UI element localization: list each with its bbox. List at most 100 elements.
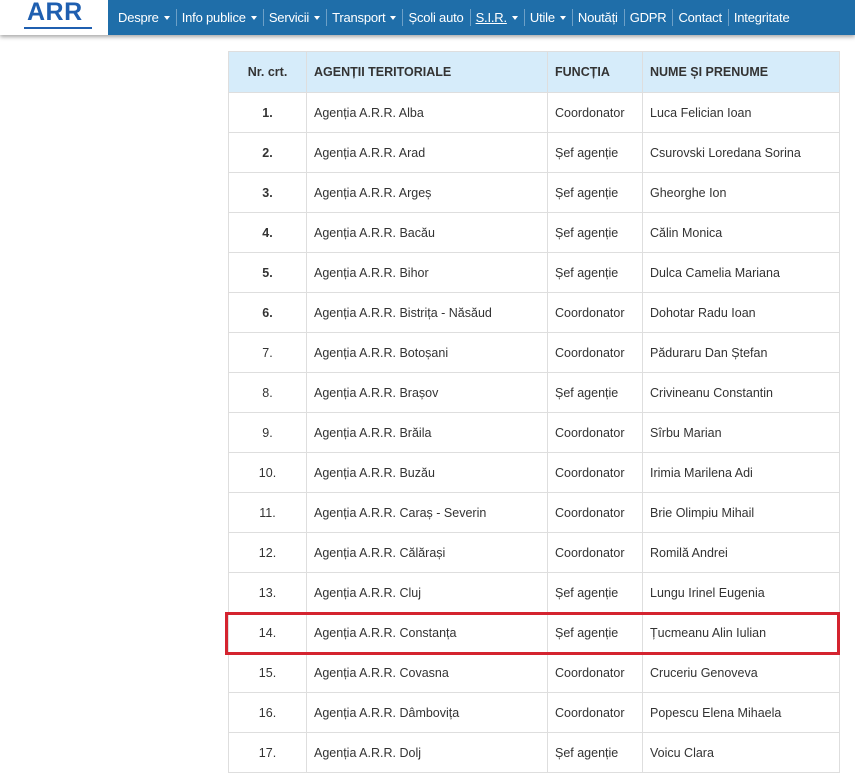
cell-role: Coordonator <box>547 452 643 493</box>
cell-agency: Agenția A.R.R. Bihor <box>306 252 548 293</box>
caret-down-icon <box>250 15 257 20</box>
cell-agency: Agenția A.R.R. Arad <box>306 132 548 173</box>
nav-item-info-publice[interactable]: Info publice <box>175 0 263 35</box>
cell-role: Șef agenție <box>547 212 643 253</box>
cell-agency: Agenția A.R.R. Covasna <box>306 652 548 693</box>
cell-nr: 12. <box>228 532 307 573</box>
cell-agency: Agenția A.R.R. Brăila <box>306 412 548 453</box>
table-row: 1. Agenția A.R.R. Alba Coordonator Luca Fel… <box>228 92 840 133</box>
caret-down-icon <box>559 15 566 20</box>
cell-nr: 16. <box>228 692 307 733</box>
nav-item-noutăți[interactable]: Noutăți <box>571 0 624 35</box>
table-row-highlighted: 14. Agenția A.R.R. Constanța Șef agenție Țu… <box>228 612 840 653</box>
cell-role: Șef agenție <box>547 372 643 413</box>
cell-agency: Agenția A.R.R. Brașov <box>306 372 548 413</box>
agencies-table-container: Nr. crt. AGENȚII TERITORIALE FUNCȚIA NUM… <box>228 51 840 773</box>
table-row: 8. Agenția A.R.R. Brașov Șef agenție Crivin… <box>228 372 840 413</box>
logo[interactable]: ARR <box>0 0 108 35</box>
table-header-row: Nr. crt. AGENȚII TERITORIALE FUNCȚIA NUM… <box>228 51 840 93</box>
cell-nr: 8. <box>228 372 307 413</box>
nav-item-gdpr[interactable]: GDPR <box>623 0 673 35</box>
caret-down-icon <box>511 15 518 20</box>
caret-down-icon <box>163 15 170 20</box>
table-row: 3. Agenția A.R.R. Argeș Șef agenție Gheorgh… <box>228 172 840 213</box>
cell-role: Coordonator <box>547 692 643 733</box>
table-row: 4. Agenția A.R.R. Bacău Șef agenție Călin M… <box>228 212 840 253</box>
cell-nr: 4. <box>228 212 307 253</box>
cell-role: Șef agenție <box>547 132 643 173</box>
nav-item-label: Utile <box>529 10 555 25</box>
cell-name: Cruceriu Genoveva <box>642 652 840 693</box>
cell-nr: 7. <box>228 332 307 373</box>
table-row: 5. Agenția A.R.R. Bihor Șef agenție Dulca C… <box>228 252 840 293</box>
nav-menu: Despre Info publice Servicii Transport Școli… <box>112 0 795 35</box>
cell-nr: 15. <box>228 652 307 693</box>
cell-role: Coordonator <box>547 92 643 133</box>
cell-agency: Agenția A.R.R. Dâmbovița <box>306 692 548 733</box>
header-nr: Nr. crt. <box>228 51 307 93</box>
nav-item-contact[interactable]: Contact <box>672 0 727 35</box>
nav-item-label: Transport <box>332 10 386 25</box>
nav-item-label: Integritate <box>733 10 790 25</box>
nav-item-label: S.I.R. <box>475 10 508 25</box>
header-name: NUME ȘI PRENUME <box>642 51 840 93</box>
cell-agency: Agenția A.R.R. Botoșani <box>306 332 548 373</box>
cell-name: Romilă Andrei <box>642 532 840 573</box>
cell-role: Coordonator <box>547 492 643 533</box>
nav-item-label: Noutăți <box>577 10 618 25</box>
cell-role: Șef agenție <box>547 252 643 293</box>
cell-nr: 2. <box>228 132 307 173</box>
cell-agency: Agenția A.R.R. Cluj <box>306 572 548 613</box>
cell-name: Irimia Marilena Adi <box>642 452 840 493</box>
cell-role: Șef agenție <box>547 572 643 613</box>
cell-nr: 13. <box>228 572 307 613</box>
cell-agency: Agenția A.R.R. Bacău <box>306 212 548 253</box>
nav-item-integritate[interactable]: Integritate <box>727 0 796 35</box>
nav-item-label: Servicii <box>268 10 310 25</box>
cell-agency: Agenția A.R.R. Constanța <box>306 612 548 653</box>
cell-nr: 10. <box>228 452 307 493</box>
logo-text: ARR <box>27 0 83 26</box>
cell-name: Țucmeanu Alin Iulian <box>642 612 840 653</box>
cell-name: Lungu Irinel Eugenia <box>642 572 840 613</box>
nav-item-label: Școli auto <box>408 10 464 25</box>
cell-name: Călin Monica <box>642 212 840 253</box>
table-row: 2. Agenția A.R.R. Arad Șef agenție Csurovsk… <box>228 132 840 173</box>
caret-down-icon <box>314 15 321 20</box>
nav-item-label: Contact <box>678 10 722 25</box>
cell-role: Coordonator <box>547 332 643 373</box>
cell-agency: Agenția A.R.R. Călărași <box>306 532 548 573</box>
cell-agency: Agenția A.R.R. Alba <box>306 92 548 133</box>
cell-name: Luca Felician Ioan <box>642 92 840 133</box>
cell-role: Șef agenție <box>547 172 643 213</box>
cell-role: Coordonator <box>547 412 643 453</box>
cell-name: Dulca Camelia Mariana <box>642 252 840 293</box>
cell-name: Sîrbu Marian <box>642 412 840 453</box>
table-row: 13. Agenția A.R.R. Cluj Șef agenție Lungu I… <box>228 572 840 613</box>
nav-item-servicii[interactable]: Servicii <box>262 0 326 35</box>
cell-role: Șef agenție <box>547 612 643 653</box>
header-agency: AGENȚII TERITORIALE <box>306 51 548 93</box>
cell-name: Gheorghe Ion <box>642 172 840 213</box>
nav-item-despre[interactable]: Despre <box>112 0 176 35</box>
cell-name: Brie Olimpiu Mihail <box>642 492 840 533</box>
nav-item-transport[interactable]: Transport <box>326 0 402 35</box>
cell-name: Csurovski Loredana Sorina <box>642 132 840 173</box>
cell-name: Crivineanu Constantin <box>642 372 840 413</box>
agencies-table: Nr. crt. AGENȚII TERITORIALE FUNCȚIA NUM… <box>228 51 840 773</box>
cell-nr: 11. <box>228 492 307 533</box>
cell-agency: Agenția A.R.R. Bistrița - Năsăud <box>306 292 548 333</box>
cell-nr: 6. <box>228 292 307 333</box>
cell-name: Dohotar Radu Ioan <box>642 292 840 333</box>
cell-name: Popescu Elena Mihaela <box>642 692 840 733</box>
table-row: 12. Agenția A.R.R. Călărași Coordonator Rom… <box>228 532 840 573</box>
nav-item-utile[interactable]: Utile <box>523 0 572 35</box>
table-row: 9. Agenția A.R.R. Brăila Coordonator Sîrbu … <box>228 412 840 453</box>
nav-item-label: Despre <box>118 10 159 25</box>
cell-nr: 5. <box>228 252 307 293</box>
cell-name: Păduraru Dan Ștefan <box>642 332 840 373</box>
nav-item-școli-auto[interactable]: Școli auto <box>402 0 469 35</box>
logo-underline <box>24 27 92 29</box>
table-row: 7. Agenția A.R.R. Botoșani Coordonator Pădu… <box>228 332 840 373</box>
nav-item-s-i-r[interactable]: S.I.R. <box>469 0 524 35</box>
